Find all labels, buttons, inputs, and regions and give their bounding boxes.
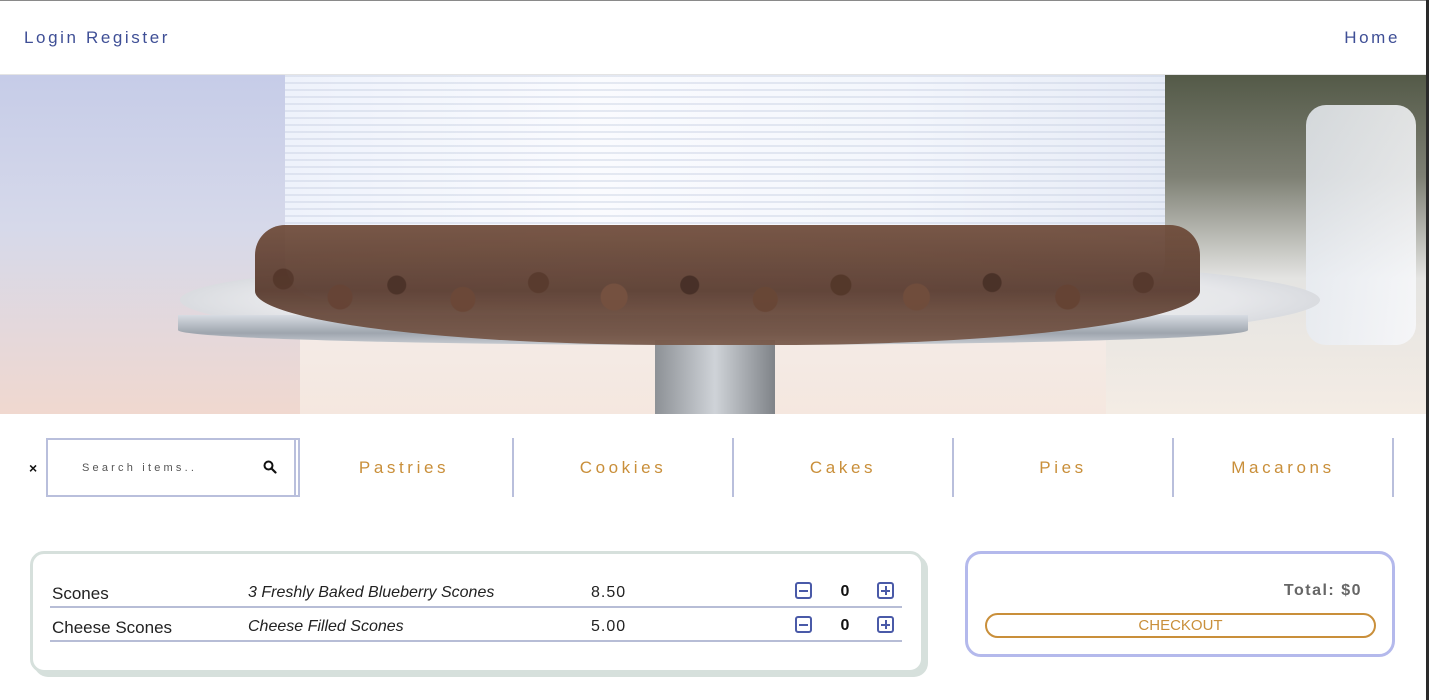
- cart-summary: Total: $0 CHECKOUT: [965, 551, 1395, 657]
- cake-frosting-ridges: [285, 75, 1165, 225]
- category-tab-macarons[interactable]: Macarons: [1174, 438, 1394, 497]
- chocolate-shavings: [255, 225, 1200, 345]
- register-link[interactable]: Register: [86, 28, 170, 47]
- item-name: Scones: [52, 584, 109, 603]
- category-tab-cakes[interactable]: Cakes: [734, 438, 954, 497]
- item-quantity: 0: [840, 617, 850, 634]
- item-name: Cheese Scones: [52, 618, 173, 637]
- category-tab-cookies[interactable]: Cookies: [514, 438, 734, 497]
- category-bar: × Pastries Cookies Cakes Pies Macarons: [0, 414, 1426, 524]
- hero-cup: [1306, 105, 1416, 345]
- search-icon[interactable]: [263, 460, 277, 474]
- app-page: Login Register Home × Pastries Cookies C…: [0, 0, 1426, 700]
- list-item: Cheese Scones Cheese Filled Scones 5.00 …: [50, 608, 902, 642]
- increase-quantity-icon[interactable]: [877, 582, 894, 599]
- auth-links: Login Register: [24, 28, 170, 48]
- item-price: 5.00: [591, 618, 627, 635]
- item-quantity: 0: [840, 583, 850, 600]
- list-item: Scones 3 Freshly Baked Blueberry Scones …: [50, 574, 902, 608]
- items-list: Scones 3 Freshly Baked Blueberry Scones …: [30, 551, 924, 673]
- cart-total: Total: $0: [1283, 582, 1362, 599]
- item-description: 3 Freshly Baked Blueberry Scones: [248, 584, 495, 601]
- hero-banner-image: [0, 75, 1426, 414]
- decrease-quantity-icon[interactable]: [795, 582, 812, 599]
- category-tab-pastries[interactable]: Pastries: [294, 438, 514, 497]
- search-box: [46, 438, 300, 497]
- login-link[interactable]: Login: [24, 28, 79, 47]
- home-link[interactable]: Home: [1344, 28, 1400, 48]
- top-nav: Login Register Home: [0, 1, 1426, 75]
- search-input[interactable]: [82, 458, 252, 478]
- category-tab-pies[interactable]: Pies: [954, 438, 1174, 497]
- item-description: Cheese Filled Scones: [248, 618, 404, 635]
- increase-quantity-icon[interactable]: [877, 616, 894, 633]
- hero-background-left: [0, 75, 300, 414]
- clear-search-icon[interactable]: ×: [29, 460, 37, 476]
- item-price: 8.50: [591, 584, 627, 601]
- decrease-quantity-icon[interactable]: [795, 616, 812, 633]
- checkout-button[interactable]: CHECKOUT: [985, 613, 1376, 638]
- cake-stand-stem: [655, 340, 775, 414]
